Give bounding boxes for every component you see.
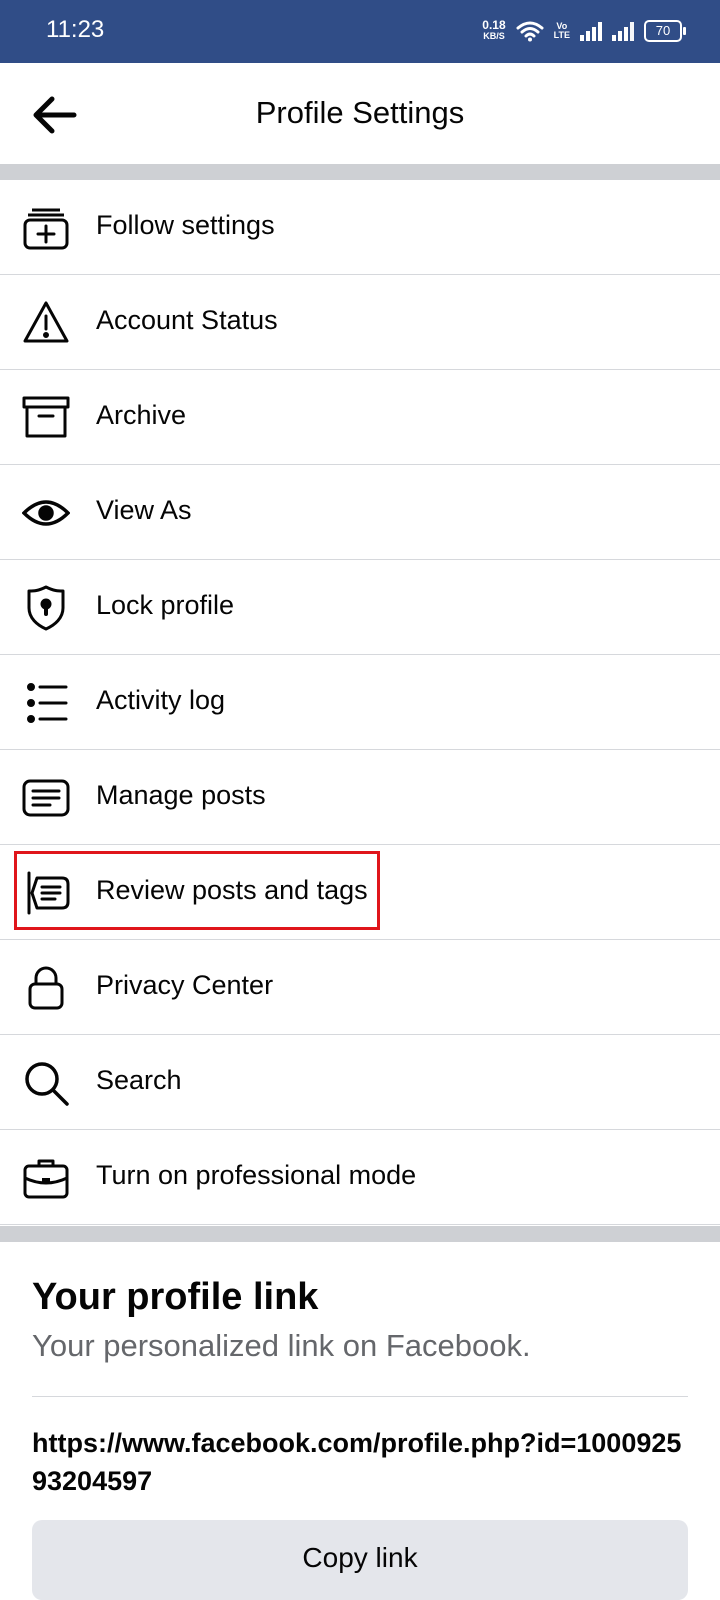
menu-item-search[interactable]: Search (0, 1035, 720, 1130)
volte-bottom: LTE (553, 30, 570, 40)
status-icons: 0.18 KB/S Vo LTE 70 (482, 14, 686, 48)
menu-item-label: Archive (96, 400, 187, 430)
highlight-box (14, 851, 380, 930)
profile-link-url: https://www.facebook.com/profile.php?id=… (32, 1428, 682, 1496)
battery-icon: 70 (644, 20, 686, 42)
menu-item-label: Privacy Center (96, 970, 274, 1000)
network-speed-value: 0.18 (482, 18, 506, 32)
menu-item-follow-settings[interactable]: Follow settings (0, 180, 720, 275)
menu-item-activity-log[interactable]: Activity log (0, 655, 720, 750)
briefcase-icon (22, 1154, 70, 1202)
menu-item-label: Follow settings (96, 210, 275, 240)
menu-item-label: Manage posts (96, 780, 266, 810)
menu-item-label: View As (96, 495, 192, 525)
signal-icon-2 (612, 21, 634, 41)
menu-item-label: Lock profile (96, 590, 235, 620)
menu-item-view-as[interactable]: View As (0, 465, 720, 560)
network-speed-unit: KB/S (483, 31, 505, 41)
section-separator (0, 1226, 720, 1242)
menu-item-label: Activity log (96, 685, 226, 715)
eye-icon (21, 489, 71, 537)
posts-icon (22, 774, 70, 822)
menu-item-manage-posts[interactable]: Manage posts (0, 750, 720, 845)
menu-item-account-status[interactable]: Account Status (0, 275, 720, 370)
menu-item-professional-mode[interactable]: Turn on professional mode (0, 1130, 720, 1225)
divider (32, 1396, 688, 1397)
profile-link-subtitle: Your personalized link on Facebook. (32, 1328, 531, 1363)
shield-lock-icon (22, 584, 70, 632)
signal-icon (580, 21, 602, 41)
status-bar: 11:23 0.18 KB/S Vo LTE 70 (0, 0, 720, 63)
section-separator (0, 164, 720, 180)
wifi-icon (516, 21, 544, 42)
page-title: Profile Settings (255, 95, 465, 130)
status-time: 11:23 (46, 16, 105, 43)
settings-list: Follow settings Account Status Archive V… (0, 180, 720, 1225)
profile-link-title: Your profile link (32, 1276, 319, 1318)
copy-link-button[interactable]: Copy link (32, 1520, 688, 1600)
archive-box-icon (22, 394, 70, 442)
network-speed: 0.18 KB/S (482, 18, 506, 42)
follow-stack-icon (22, 204, 70, 252)
menu-item-label: Search (96, 1065, 182, 1095)
search-icon (22, 1059, 70, 1107)
app-bar: Profile Settings (0, 63, 720, 164)
menu-item-label: Turn on professional mode (96, 1160, 417, 1190)
menu-item-privacy-center[interactable]: Privacy Center (0, 940, 720, 1035)
profile-link-section: Your profile link Your personalized link… (0, 1242, 720, 1600)
volte-indicator: Vo LTE (554, 22, 570, 40)
menu-item-label: Account Status (96, 305, 278, 335)
padlock-icon (22, 964, 70, 1012)
list-icon (22, 679, 70, 727)
warning-triangle-icon (22, 299, 70, 347)
menu-item-archive[interactable]: Archive (0, 370, 720, 465)
menu-item-lock-profile[interactable]: Lock profile (0, 560, 720, 655)
